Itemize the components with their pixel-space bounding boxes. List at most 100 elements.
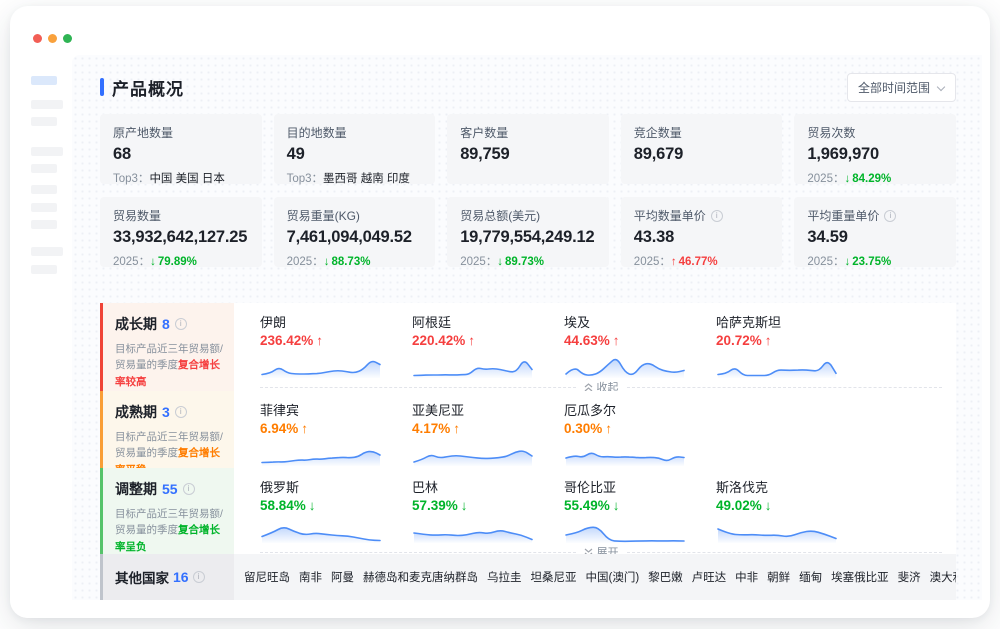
country-cell: 斯洛伐克49.02%↓: [716, 477, 868, 544]
arrow-down-icon: ↓: [309, 498, 316, 513]
stat-card-footer-label: Top3：: [287, 173, 323, 185]
stat-card-label: 竞企数量: [634, 124, 770, 141]
arrow-down-icon: ↓: [324, 256, 330, 268]
stat-card-footer: Top3：中国 美国 日本: [113, 170, 249, 186]
other-country-name: 乌拉圭: [487, 569, 522, 585]
section-other-countries: 其他国家16i留尼旺岛南非阿曼赫德岛和麦克唐纳群岛乌拉圭坦桑尼亚中国(澳门)黎巴…: [100, 554, 956, 600]
country-columns: 俄罗斯58.84%↓巴林57.39%↓哥伦比亚55.49%↓斯洛伐克49.02%…: [260, 477, 946, 544]
info-icon[interactable]: i: [711, 210, 723, 222]
arrow-up-icon: ↑: [453, 421, 460, 436]
info-icon[interactable]: i: [175, 318, 187, 330]
stat-card-label: 原产地数量: [113, 124, 249, 141]
stat-card-label: 贸易次数: [807, 124, 943, 141]
stat-card: 竞企数量89,679: [621, 114, 783, 184]
arrow-down-icon: ↓: [844, 173, 850, 185]
country-cell: 亚美尼亚4.17%↑: [412, 400, 564, 468]
section-count: 16: [173, 569, 189, 585]
stat-card-label: 平均数量单价i: [634, 207, 770, 224]
info-icon[interactable]: i: [175, 406, 187, 418]
country-percent-value: 58.84%: [260, 498, 306, 513]
section-content: 伊朗236.42%↑阿根廷220.42%↑埃及44.63%↑哈萨克斯坦20.72…: [234, 303, 956, 391]
sparkline-chart: [564, 349, 686, 379]
sidebar-skeleton-item: [31, 100, 63, 109]
other-countries-list: 留尼旺岛南非阿曼赫德岛和麦克唐纳群岛乌拉圭坦桑尼亚中国(澳门)黎巴嫩卢旺达中非朝…: [234, 554, 956, 600]
stat-card-trend-value: 23.75%: [852, 256, 891, 268]
country-percent-value: 20.72%: [716, 333, 762, 348]
stat-card-label-text: 平均重量单价: [807, 207, 879, 224]
country-name: 亚美尼亚: [412, 400, 564, 419]
arrow-up-icon: ↑: [613, 333, 620, 348]
chevron-down-icon: [937, 83, 945, 91]
country-percent: 55.49%↓: [564, 498, 716, 513]
country-columns: 菲律宾6.94%↑亚美尼亚4.17%↑厄瓜多尔0.30%↑: [260, 400, 946, 468]
section-label-block: 调整期55i目标产品近三年贸易额/贸易量的季度复合增长率呈负: [100, 468, 234, 554]
info-icon[interactable]: i: [884, 210, 896, 222]
country-name: 厄瓜多尔: [564, 400, 716, 419]
arrow-up-icon: ↑: [765, 333, 772, 348]
section-title: 调整期55i: [115, 479, 224, 499]
info-icon[interactable]: i: [193, 571, 205, 583]
stat-card-footer-value: 墨西哥 越南 印度: [323, 173, 410, 185]
section-count: 3: [162, 404, 170, 420]
other-country-name: 朝鲜: [767, 569, 790, 585]
stat-card: 客户数量89,759: [447, 114, 609, 184]
page-title: 产品概况: [100, 75, 184, 100]
stat-card-value: 34.59: [807, 228, 943, 247]
stat-card-trend-value: 89.73%: [505, 256, 544, 268]
close-window-icon[interactable]: [33, 34, 42, 43]
section-description: 目标产品近三年贸易额/贸易量的季度复合增长率较高: [115, 341, 224, 390]
time-range-dropdown[interactable]: 全部时间范围: [847, 73, 956, 102]
info-icon[interactable]: i: [183, 483, 195, 495]
minimize-window-icon[interactable]: [48, 34, 57, 43]
stat-card-footer-label: 2025：: [807, 173, 844, 185]
country-percent-value: 0.30%: [564, 421, 602, 436]
other-country-name: 中非: [735, 569, 758, 585]
stat-card-label: 贸易总额(美元): [460, 207, 596, 224]
country-percent-value: 57.39%: [412, 498, 458, 513]
section-count: 55: [162, 481, 178, 497]
arrow-up-icon: ↑: [301, 421, 308, 436]
arrow-up-icon: ↑: [316, 333, 323, 348]
country-percent: 0.30%↑: [564, 421, 716, 436]
other-country-name: 南非: [299, 569, 322, 585]
stat-card: 贸易数量33,932,642,127.252025：↓79.89%: [100, 197, 262, 267]
arrow-down-icon: ↓: [150, 256, 156, 268]
other-country-name: 赫德岛和麦克唐纳群岛: [363, 569, 478, 585]
section-adjust: 调整期55i目标产品近三年贸易额/贸易量的季度复合增长率呈负俄罗斯58.84%↓…: [100, 468, 956, 554]
main-panel: 产品概况 全部时间范围 原产地数量68Top3：中国 美国 日本目的地数量49T…: [72, 55, 982, 600]
title-accent-bar: [100, 78, 104, 96]
country-name: 巴林: [412, 477, 564, 496]
country-percent: 220.42%↑: [412, 333, 564, 348]
stat-card-label-text: 原产地数量: [113, 124, 173, 141]
sidebar-skeleton-item: [31, 203, 57, 212]
section-title: 成长期8i: [115, 314, 224, 334]
country-percent-value: 6.94%: [260, 421, 298, 436]
country-name: 伊朗: [260, 312, 412, 331]
stat-card-value: 1,969,970: [807, 145, 943, 164]
section-content: 俄罗斯58.84%↓巴林57.39%↓哥伦比亚55.49%↓斯洛伐克49.02%…: [234, 468, 956, 554]
sparkline-chart: [412, 437, 534, 467]
stat-card: 贸易次数1,969,9702025：↓84.29%: [794, 114, 956, 184]
country-cell: 哈萨克斯坦20.72%↑: [716, 312, 868, 379]
country-name: 俄罗斯: [260, 477, 412, 496]
country-name: 阿根廷: [412, 312, 564, 331]
stat-card-trend: ↓88.73%: [324, 256, 371, 268]
dashed-divider: [260, 552, 576, 553]
stat-card-footer: 2025：↓88.73%: [287, 253, 423, 269]
stat-card-footer-label: Top3：: [113, 173, 149, 185]
stat-card-footer-label: 2025：: [634, 256, 671, 268]
section-description: 目标产品近三年贸易额/贸易量的季度复合增长率呈负: [115, 506, 224, 555]
stat-card: 贸易重量(KG)7,461,094,049.522025：↓88.73%: [274, 197, 436, 267]
country-percent: 44.63%↑: [564, 333, 716, 348]
stat-card-trend: ↓89.73%: [497, 256, 544, 268]
stat-card-footer-label: 2025：: [113, 256, 150, 268]
sidebar-skeleton-item: [31, 76, 57, 85]
other-country-name: 卢旺达: [692, 569, 727, 585]
stat-card-trend-value: 88.73%: [331, 256, 370, 268]
stat-card-footer: Top3：墨西哥 越南 印度: [287, 170, 423, 186]
sidebar-skeleton-item: [31, 265, 57, 274]
country-percent: 57.39%↓: [412, 498, 564, 513]
maximize-window-icon[interactable]: [63, 34, 72, 43]
stat-card-label-text: 客户数量: [460, 124, 508, 141]
stat-card-footer: 2025：↑46.77%: [634, 253, 770, 269]
